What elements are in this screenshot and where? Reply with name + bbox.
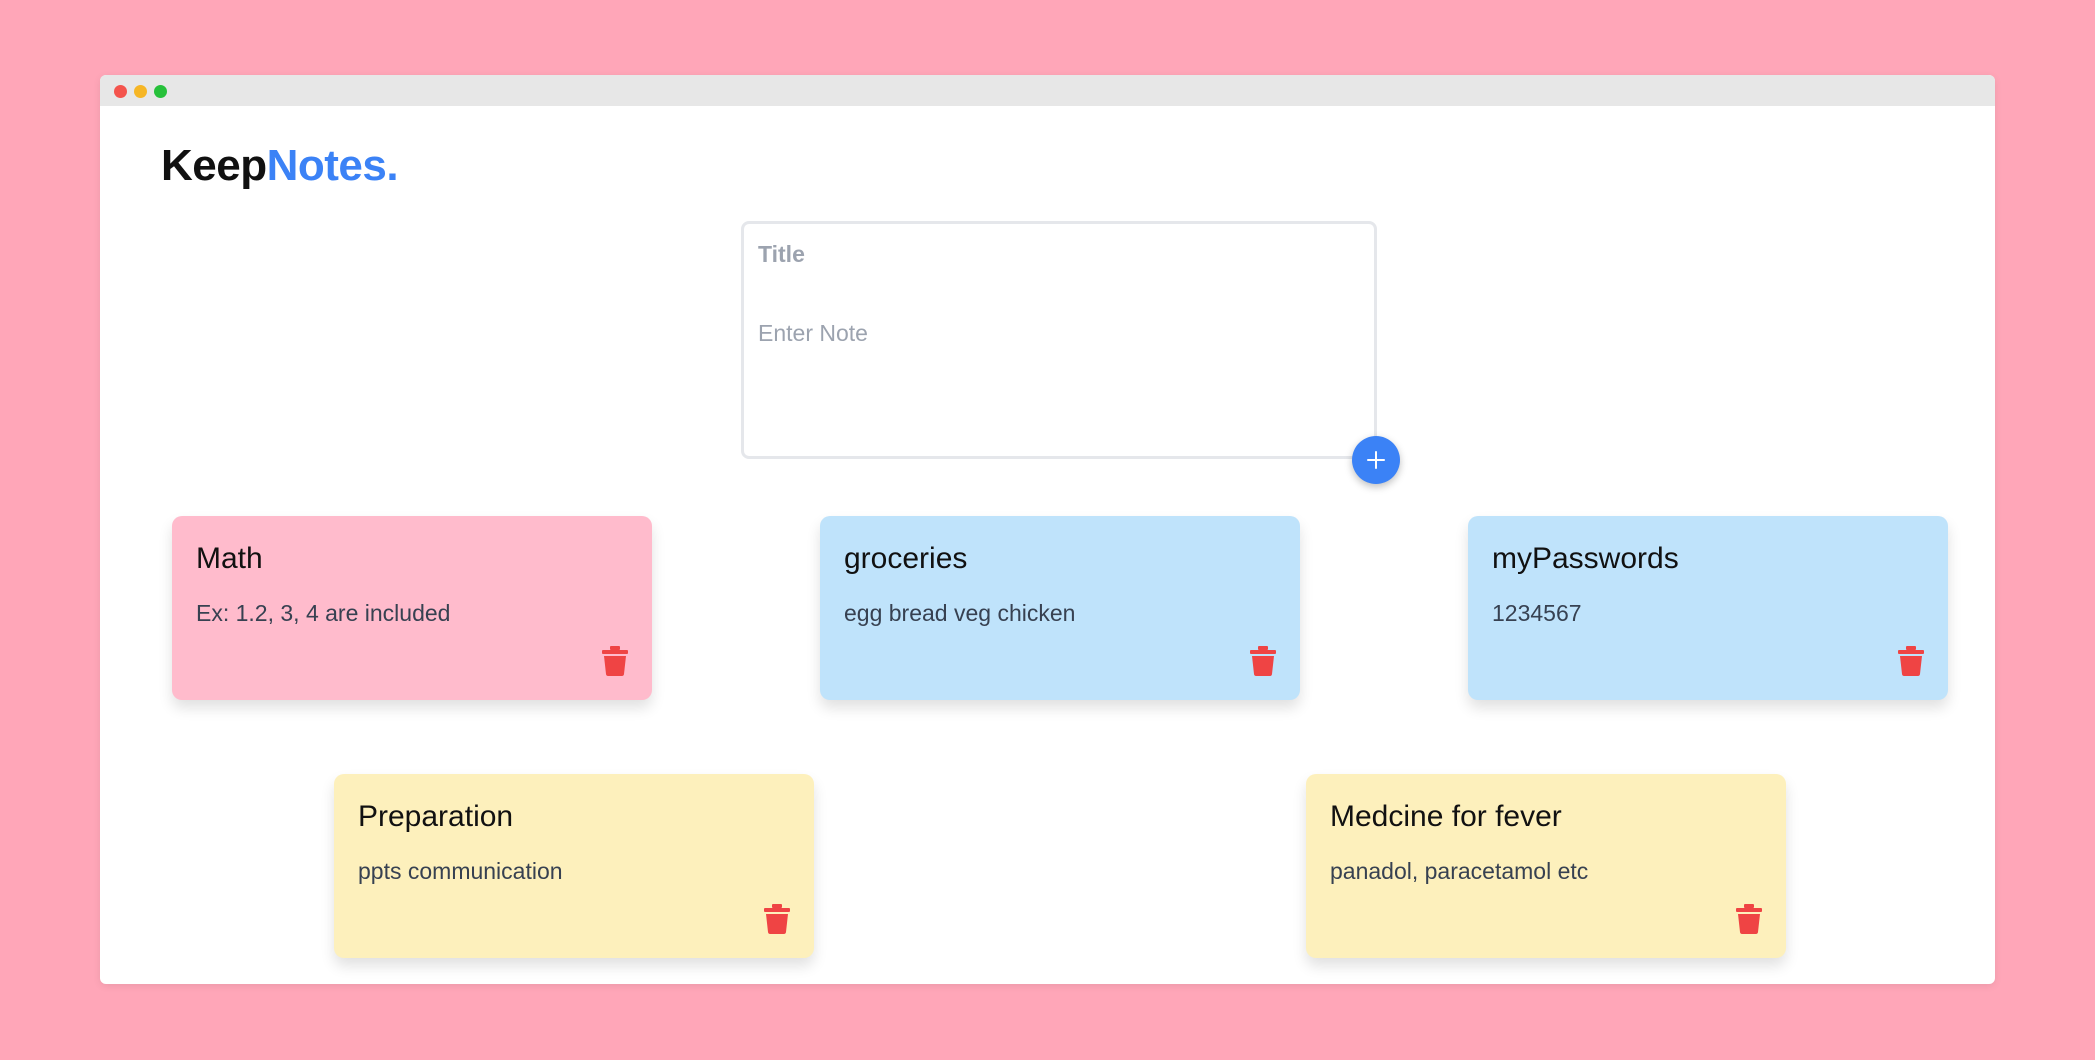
trash-icon[interactable]	[1250, 646, 1276, 676]
close-window-dot[interactable]	[114, 85, 127, 98]
trash-icon[interactable]	[1898, 646, 1924, 676]
note-title: groceries	[844, 542, 968, 575]
logo-keep: Keep	[161, 141, 267, 190]
note-card[interactable]: groceries egg bread veg chicken	[820, 516, 1300, 700]
note-composer	[741, 221, 1377, 459]
add-note-button[interactable]	[1352, 436, 1400, 484]
trash-icon[interactable]	[602, 646, 628, 676]
note-body: egg bread veg chicken	[844, 600, 1076, 626]
note-card[interactable]: Math Ex: 1.2, 3, 4 are included	[172, 516, 652, 700]
window-titlebar	[100, 75, 1995, 106]
maximize-window-dot[interactable]	[154, 85, 167, 98]
minimize-window-dot[interactable]	[134, 85, 147, 98]
note-title: Math	[196, 542, 263, 575]
logo-notes: Notes.	[266, 141, 399, 190]
trash-icon[interactable]	[1736, 904, 1762, 934]
note-card[interactable]: Preparation ppts communication	[334, 774, 814, 958]
note-title: Preparation	[358, 800, 514, 833]
note-body: Ex: 1.2, 3, 4 are included	[196, 600, 451, 626]
app-logo: KeepNotes.	[161, 141, 399, 191]
note-card[interactable]: myPasswords 1234567	[1468, 516, 1948, 700]
note-card[interactable]: Medcine for fever panadol, paracetamol e…	[1306, 774, 1786, 958]
browser-window: KeepNotes. Math Ex: 1.2, 3, 4 are includ…	[100, 75, 1995, 984]
note-body: ppts communication	[358, 858, 563, 884]
plus-icon	[1367, 451, 1385, 469]
title-input[interactable]	[756, 240, 1360, 269]
trash-icon[interactable]	[764, 904, 790, 934]
note-body: 1234567	[1492, 600, 1582, 626]
note-textarea[interactable]	[756, 318, 1360, 422]
note-title: myPasswords	[1492, 542, 1679, 575]
note-title: Medcine for fever	[1330, 800, 1562, 833]
note-body: panadol, paracetamol etc	[1330, 858, 1589, 884]
